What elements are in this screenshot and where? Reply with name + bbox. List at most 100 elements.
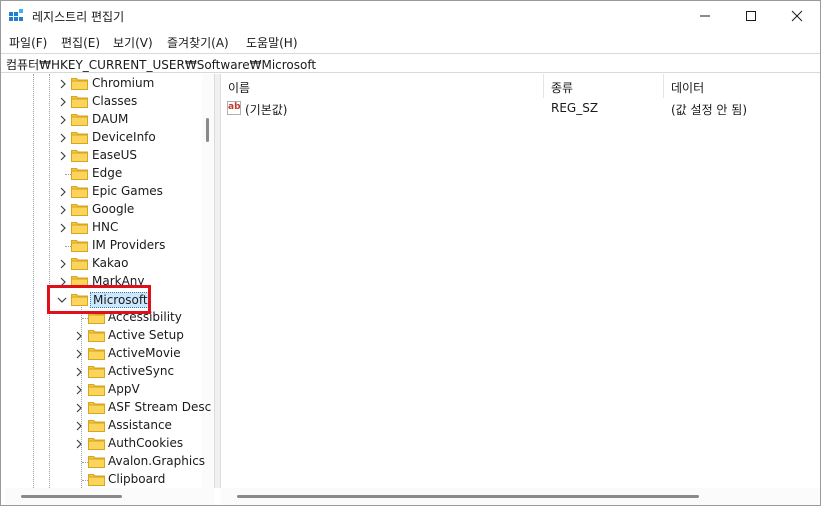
tree-node-label: Active Setup [108, 328, 184, 342]
key-tree-pane[interactable]: Chromium Classes DAUM DeviceInfo EaseUS Edge E… [5, 74, 214, 488]
tree-node[interactable]: Clipboard [5, 471, 202, 488]
chevron-right-icon[interactable] [74, 366, 84, 378]
tree-node[interactable]: DeviceInfo [5, 129, 202, 147]
menu-file[interactable]: 파일(F) [9, 34, 47, 51]
menu-view[interactable]: 보기(V) [113, 34, 153, 51]
tree-node[interactable]: AppV [5, 381, 202, 399]
folder-icon [88, 347, 105, 360]
highlight-box [47, 285, 151, 314]
tree-node-label: Avalon.Graphics [108, 454, 206, 468]
tree-node[interactable]: HNC [5, 219, 202, 237]
chevron-right-icon[interactable] [58, 78, 68, 90]
tree-node[interactable]: ASF Stream Desc [5, 399, 211, 417]
chevron-right-icon[interactable] [58, 132, 68, 144]
folder-icon [71, 113, 88, 126]
folder-icon [88, 437, 105, 450]
list-horizontal-scrollbar[interactable] [221, 488, 820, 505]
chevron-right-icon[interactable] [58, 222, 68, 234]
tree-node[interactable]: Epic Games [5, 183, 202, 201]
folder-icon [71, 239, 88, 252]
tree-node[interactable]: Google [5, 201, 202, 219]
folder-icon [71, 131, 88, 144]
value-row[interactable]: ab (기본값) REG_SZ (값 설정 안 됨) [221, 98, 820, 118]
tree-node[interactable]: Avalon.Graphics [5, 453, 206, 471]
chevron-right-icon[interactable] [74, 438, 84, 450]
value-list-pane[interactable]: 이름 종류 데이터 ab (기본값) REG_SZ (값 설정 안 됨) [221, 74, 820, 488]
tree-node[interactable]: AuthCookies [5, 435, 202, 453]
folder-icon [71, 77, 88, 90]
tree-node-label: Kakao [92, 256, 129, 270]
chevron-right-icon[interactable] [74, 348, 84, 360]
tree-node[interactable]: Active Setup [5, 327, 202, 345]
folder-icon [71, 185, 88, 198]
tree-scroll-thumb[interactable] [206, 118, 209, 142]
address-bar[interactable]: 컴퓨터₩HKEY_CURRENT_USER₩Software₩Microsoft [1, 53, 820, 73]
folder-icon [88, 329, 105, 342]
tree-node[interactable]: ActiveSync [5, 363, 202, 381]
tree-node[interactable]: ActiveMovie [5, 345, 202, 363]
tree-horizontal-scrollbar[interactable] [5, 488, 214, 505]
tree-node-label: DAUM [92, 112, 129, 126]
tree-node[interactable]: IM Providers [5, 237, 202, 255]
string-value-icon: ab [227, 101, 241, 115]
tree-node[interactable]: EaseUS [5, 147, 202, 165]
maximize-button[interactable] [728, 1, 774, 31]
tree-node-label: Classes [92, 94, 138, 108]
tree-node-label: HNC [92, 220, 119, 234]
close-icon [791, 10, 803, 22]
chevron-right-icon[interactable] [58, 204, 68, 216]
chevron-right-icon[interactable] [58, 96, 68, 108]
folder-icon [71, 221, 88, 234]
tree-node-label: ActiveMovie [108, 346, 181, 360]
tree-node-label: Chromium [92, 76, 155, 90]
menu-bar: 파일(F) 편집(E) 보기(V) 즐겨찾기(A) 도움말(H) [1, 31, 820, 53]
tree-node[interactable]: Edge [5, 165, 202, 183]
folder-icon [88, 419, 105, 432]
tree-node[interactable]: Assistance [5, 417, 202, 435]
folder-icon [88, 401, 105, 414]
tree-node-label: ASF Stream Desc [108, 400, 212, 414]
window-title: 레지스트리 편집기 [32, 10, 125, 24]
tree-hscroll-thumb[interactable] [21, 495, 122, 498]
value-name: (기본값) [245, 103, 288, 117]
minimize-button[interactable] [682, 1, 728, 31]
close-button[interactable] [774, 1, 820, 31]
tree-node-label: DeviceInfo [92, 130, 156, 144]
tree-node-label: IM Providers [92, 238, 166, 252]
tree-node[interactable]: DAUM [5, 111, 202, 129]
title-bar: 레지스트리 편집기 [1, 1, 820, 31]
chevron-right-icon[interactable] [58, 114, 68, 126]
column-header-type[interactable]: 종류 [544, 74, 664, 98]
tree-node-label: ActiveSync [108, 364, 175, 378]
column-header-name[interactable]: 이름 [221, 74, 544, 98]
chevron-right-icon[interactable] [74, 384, 84, 396]
menu-edit[interactable]: 편집(E) [61, 34, 100, 51]
tree-node-label: Edge [92, 166, 123, 180]
folder-icon [71, 95, 88, 108]
chevron-right-icon[interactable] [74, 402, 84, 414]
chevron-right-icon[interactable] [58, 186, 68, 198]
chevron-right-icon[interactable] [74, 420, 84, 432]
column-header-data[interactable]: 데이터 [664, 74, 820, 98]
menu-help[interactable]: 도움말(H) [246, 34, 298, 51]
address-path[interactable]: 컴퓨터₩HKEY_CURRENT_USER₩Software₩Microsoft [6, 56, 316, 73]
minimize-icon [700, 15, 710, 17]
tree-node[interactable]: Classes [5, 93, 202, 111]
tree-node[interactable]: Chromium [5, 75, 202, 93]
pane-splitter[interactable] [214, 74, 221, 488]
chevron-right-icon[interactable] [58, 150, 68, 162]
tree-node[interactable]: Kakao [5, 255, 202, 273]
list-hscroll-thumb[interactable] [237, 495, 699, 498]
tree-node-label: AppV [108, 382, 140, 396]
value-type: REG_SZ [551, 101, 599, 115]
folder-icon [88, 455, 105, 468]
chevron-right-icon[interactable] [58, 258, 68, 270]
folder-icon [71, 149, 88, 162]
folder-icon [71, 257, 88, 270]
folder-icon [88, 383, 105, 396]
registry-editor-window: 레지스트리 편집기 파일(F) 편집(E) 보기(V) 즐겨찾기(A) 도움말(… [0, 0, 821, 506]
list-header: 이름 종류 데이터 [221, 74, 820, 98]
menu-favorites[interactable]: 즐겨찾기(A) [167, 34, 229, 51]
tree-vertical-scrollbar[interactable] [202, 74, 214, 488]
chevron-right-icon[interactable] [74, 330, 84, 342]
